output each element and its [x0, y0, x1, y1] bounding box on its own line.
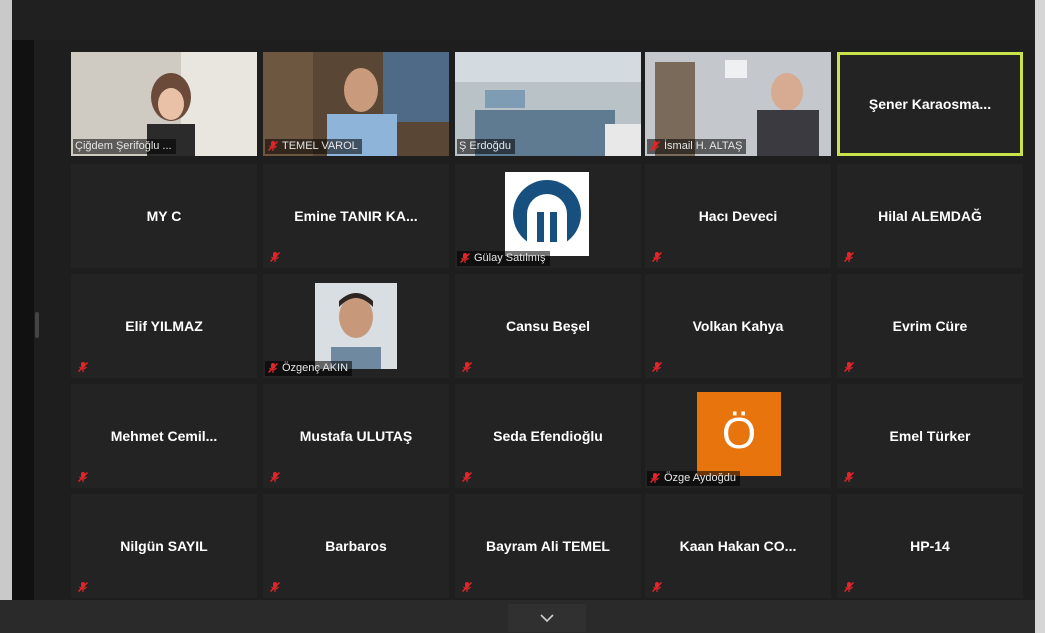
participant-tile[interactable]: Bayram Ali TEMEL: [455, 494, 641, 598]
mic-muted-icon: [651, 360, 663, 373]
participant-tile[interactable]: Kaan Hakan CO...: [645, 494, 831, 598]
scroll-down-button[interactable]: [508, 604, 586, 632]
participant-name: Özgenç AKIN: [282, 362, 349, 374]
participant-name: Çiğdem Şerifoğlu ...: [75, 140, 172, 152]
participant-tile[interactable]: Hilal ALEMDAĞ: [837, 164, 1023, 268]
participant-tile[interactable]: Özgenç AKIN: [263, 274, 449, 378]
mic-muted-icon: [461, 580, 473, 593]
mic-muted-icon: [269, 470, 281, 483]
participant-name: Ş Erdoğdu: [459, 140, 511, 152]
mic-muted-icon: [461, 360, 473, 373]
mic-muted-icon: [267, 140, 279, 152]
participant-tile[interactable]: İsmail H. ALTAŞ: [645, 52, 831, 156]
participant-tile[interactable]: Nilgün SAYIL: [71, 494, 257, 598]
right-edge: [1035, 0, 1045, 633]
participant-name: Nilgün SAYIL: [120, 538, 208, 554]
participant-tile[interactable]: Ş Erdoğdu: [455, 52, 641, 156]
participant-tile[interactable]: Ö Özge Aydoğdu: [645, 384, 831, 488]
participant-name: Mehmet Cemil...: [110, 428, 218, 444]
participant-label: Çiğdem Şerifoğlu ...: [73, 139, 176, 154]
participant-tile[interactable]: Emine TANIR KA...: [263, 164, 449, 268]
mic-muted-icon: [649, 472, 661, 484]
left-side-strip: [12, 40, 34, 608]
mic-muted-icon: [77, 580, 89, 593]
participant-name: Volkan Kahya: [692, 318, 784, 334]
participant-name: Kaan Hakan CO...: [679, 538, 797, 554]
profile-photo: [315, 283, 397, 369]
participant-tile[interactable]: Emel Türker: [837, 384, 1023, 488]
mic-muted-icon: [843, 470, 855, 483]
participant-tile[interactable]: Mehmet Cemil...: [71, 384, 257, 488]
participant-tile[interactable]: Hacı Deveci: [645, 164, 831, 268]
participant-name: Emine TANIR KA...: [294, 208, 418, 224]
mic-muted-icon: [461, 470, 473, 483]
participant-tile[interactable]: Şener Karaosma...: [837, 52, 1023, 156]
participant-name: Cansu Beşel: [505, 318, 591, 334]
mic-muted-icon: [267, 362, 279, 374]
participant-tile[interactable]: TEMEL VAROL: [263, 52, 449, 156]
participant-name: HP-14: [910, 538, 950, 554]
participant-label: İsmail H. ALTAŞ: [647, 139, 747, 154]
participant-tile[interactable]: Çiğdem Şerifoğlu ...: [71, 52, 257, 156]
participant-tile[interactable]: MY C: [71, 164, 257, 268]
participant-name: Şener Karaosma...: [868, 96, 992, 112]
participant-name: MY C: [146, 208, 182, 224]
participant-name: Emel Türker: [889, 428, 971, 444]
participant-tile[interactable]: HP-14: [837, 494, 1023, 598]
participant-name: Bayram Ali TEMEL: [486, 538, 610, 554]
chevron-down-icon: [540, 613, 554, 622]
participant-tile[interactable]: Seda Efendioğlu: [455, 384, 641, 488]
participant-name: İsmail H. ALTAŞ: [664, 140, 743, 152]
participant-name: Seda Efendioğlu: [493, 428, 603, 444]
participant-label: TEMEL VAROL: [265, 139, 362, 154]
participant-name: Evrim Cüre: [892, 318, 968, 334]
participant-tile[interactable]: Volkan Kahya: [645, 274, 831, 378]
participant-name: Elif YILMAZ: [125, 318, 203, 334]
participant-label: Gülay Satılmış: [457, 251, 550, 266]
university-logo: [505, 172, 589, 256]
mic-muted-icon: [77, 470, 89, 483]
participant-name: Mustafa ULUTAŞ: [299, 428, 413, 444]
mic-muted-icon: [269, 580, 281, 593]
participant-tile[interactable]: Cansu Beşel: [455, 274, 641, 378]
participant-name: Hilal ALEMDAĞ: [878, 208, 982, 224]
scroll-handle[interactable]: [35, 312, 39, 338]
participant-label: Özge Aydoğdu: [647, 471, 740, 486]
participant-label: Özgenç AKIN: [265, 361, 353, 376]
participant-tile[interactable]: Barbaros: [263, 494, 449, 598]
participant-tile[interactable]: Elif YILMAZ: [71, 274, 257, 378]
participant-tile[interactable]: Mustafa ULUTAŞ: [263, 384, 449, 488]
mic-muted-icon: [843, 360, 855, 373]
participant-tile[interactable]: Gülay Satılmış: [455, 164, 641, 268]
left-edge: [0, 0, 12, 633]
mic-muted-icon: [843, 250, 855, 263]
mic-muted-icon: [269, 250, 281, 263]
participant-label: Ş Erdoğdu: [457, 139, 515, 154]
mic-muted-icon: [459, 252, 471, 264]
participant-name: TEMEL VAROL: [282, 140, 358, 152]
avatar: Ö: [697, 392, 781, 476]
participant-name: Özge Aydoğdu: [664, 472, 736, 484]
participant-name: Hacı Deveci: [698, 208, 778, 224]
mic-muted-icon: [77, 360, 89, 373]
mic-muted-icon: [843, 580, 855, 593]
participant-tile[interactable]: Evrim Cüre: [837, 274, 1023, 378]
mic-muted-icon: [649, 140, 661, 152]
mic-muted-icon: [651, 250, 663, 263]
participant-name: Barbaros: [325, 538, 387, 554]
window-top-bar: [0, 0, 1045, 40]
participant-name: Gülay Satılmış: [474, 252, 546, 264]
mic-muted-icon: [651, 580, 663, 593]
